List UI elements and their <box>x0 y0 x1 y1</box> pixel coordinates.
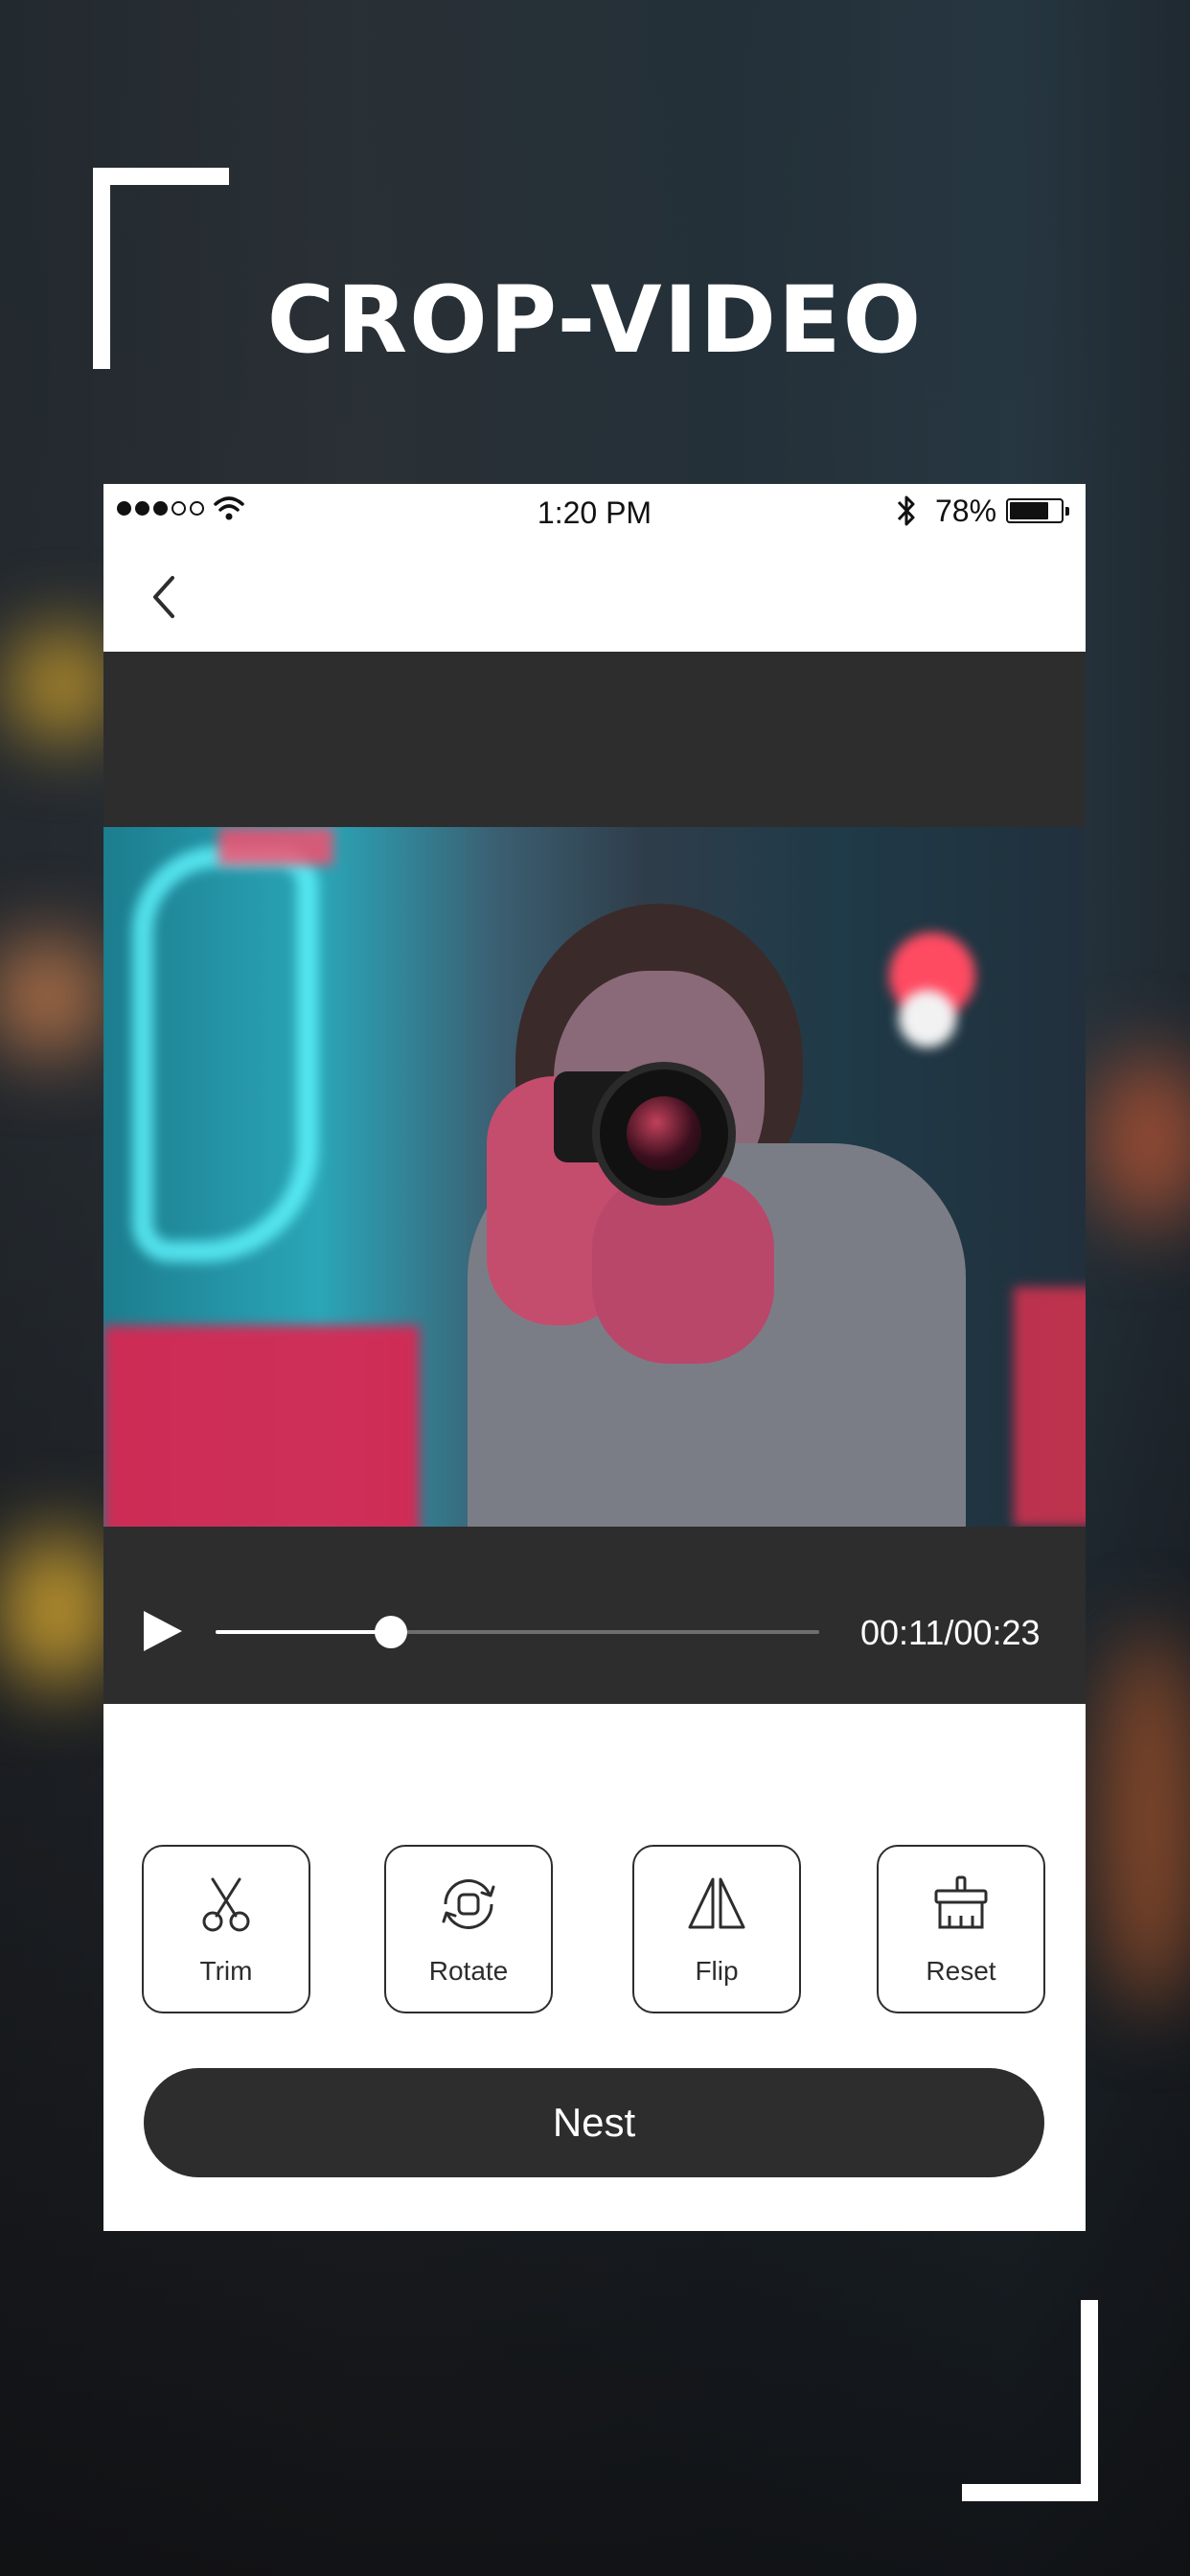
battery-percent: 78% <box>935 494 997 528</box>
scissors-icon <box>202 1877 250 1932</box>
bokeh-light <box>0 1533 115 1687</box>
status-bar: 1:20 PM 78% <box>103 484 1086 538</box>
frame-corner-bottom-right <box>962 2300 1098 2501</box>
bokeh-light <box>1102 1629 1190 2012</box>
progress-slider[interactable] <box>216 1616 819 1648</box>
trim-button[interactable]: Trim <box>142 1845 310 2013</box>
rotate-button[interactable]: Rotate <box>384 1845 553 2013</box>
bokeh-light <box>10 632 115 738</box>
play-icon[interactable] <box>142 1609 184 1653</box>
bokeh-light <box>899 990 956 1047</box>
time-display: 00:11/00:23 <box>860 1613 1041 1652</box>
rotate-label: Rotate <box>428 1956 509 1986</box>
reset-button[interactable]: Reset <box>877 1845 1045 2013</box>
neon-sign <box>132 846 318 1262</box>
neon-sign <box>1014 1287 1086 1527</box>
phone-screen: 1:20 PM 78% 00:11/00:23 Trim Rotate Flip… <box>103 484 1086 2231</box>
bokeh-light <box>0 939 105 1054</box>
neon-sign <box>218 827 333 865</box>
flip-label: Flip <box>695 1956 739 1986</box>
headline: CROP-VIDEO <box>266 266 924 374</box>
neon-sign <box>103 1325 420 1527</box>
battery-icon <box>1006 498 1069 523</box>
trim-label: Trim <box>199 1956 253 1986</box>
flip-button[interactable]: Flip <box>632 1845 801 2013</box>
nest-button[interactable]: Nest <box>144 2068 1044 2177</box>
flip-icon <box>688 1877 745 1929</box>
brush-icon <box>934 1875 988 1929</box>
reset-label: Reset <box>926 1956 996 1986</box>
progress-knob[interactable] <box>374 1616 407 1648</box>
playback-controls: 00:11/00:23 <box>103 1592 1086 1668</box>
bokeh-light <box>1092 1054 1190 1227</box>
rotate-icon <box>442 1879 495 1929</box>
video-editor: 00:11/00:23 <box>103 652 1086 1704</box>
edit-toolbar: Trim Rotate Flip Reset <box>142 1845 1047 2013</box>
video-preview[interactable] <box>103 827 1086 1527</box>
progress-fill <box>216 1630 391 1634</box>
back-chevron-icon[interactable] <box>140 568 188 626</box>
camera-lens <box>592 1062 736 1206</box>
bluetooth-icon <box>897 495 915 526</box>
